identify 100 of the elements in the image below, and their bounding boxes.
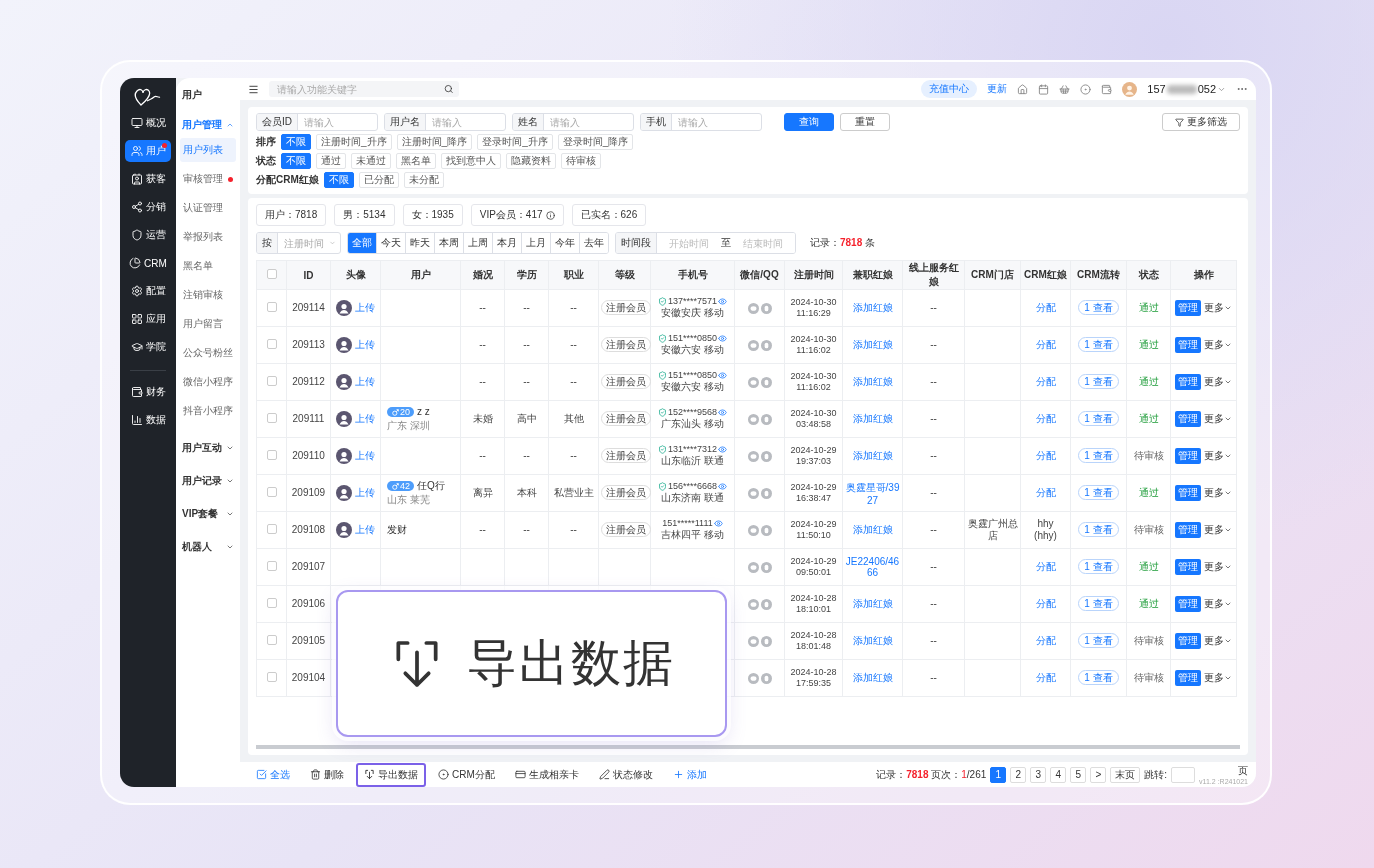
- more-button[interactable]: 更多: [1204, 560, 1232, 574]
- checkbox[interactable]: [266, 450, 277, 460]
- page-input[interactable]: [1171, 766, 1196, 783]
- sidebar-item[interactable]: 应用: [125, 308, 171, 330]
- page-button[interactable]: 2: [1010, 766, 1027, 783]
- manage-button[interactable]: 管理: [1175, 633, 1201, 649]
- assign-link[interactable]: 分配: [1035, 338, 1056, 352]
- page-button[interactable]: 4: [1050, 766, 1067, 783]
- text-input[interactable]: 请输入: [298, 115, 377, 129]
- manage-button[interactable]: 管理: [1175, 337, 1201, 353]
- upload-link[interactable]: 上传: [355, 301, 375, 315]
- reset-button[interactable]: 重置: [840, 113, 890, 131]
- page-button[interactable]: 3: [1030, 766, 1047, 783]
- date-field-select[interactable]: 按 注册时间: [256, 232, 341, 254]
- upload-link[interactable]: 上传: [355, 412, 375, 426]
- checkbox[interactable]: [266, 413, 277, 423]
- eye-icon[interactable]: [718, 297, 728, 307]
- filter-chip[interactable]: 未分配: [403, 172, 444, 188]
- menu-item[interactable]: 公众号粉丝: [180, 341, 236, 365]
- filter-chip[interactable]: 通过: [316, 153, 346, 169]
- checkbox[interactable]: [266, 376, 277, 386]
- update-link[interactable]: 更新: [987, 82, 1008, 96]
- last-page-button[interactable]: 末页: [1110, 766, 1141, 783]
- sidebar-item[interactable]: 财务: [125, 381, 171, 403]
- menu-item[interactable]: 认证管理: [180, 196, 236, 220]
- date-period-field[interactable]: 时间段 开始时间 至 结束时间: [615, 232, 796, 254]
- recharge-button[interactable]: 充值中心: [921, 80, 978, 98]
- more-button[interactable]: 更多: [1204, 486, 1232, 500]
- assign-link[interactable]: 分配: [1035, 634, 1056, 648]
- circle-icon[interactable]: [1080, 83, 1092, 95]
- assign-link[interactable]: 分配: [1035, 412, 1056, 426]
- calendar-icon[interactable]: [1038, 83, 1050, 95]
- manage-button[interactable]: 管理: [1175, 522, 1201, 538]
- manage-button[interactable]: 管理: [1175, 485, 1201, 501]
- menu-group[interactable]: 用户互动: [180, 436, 236, 460]
- more-button[interactable]: 更多: [1204, 671, 1232, 685]
- more-button[interactable]: 更多: [1204, 449, 1232, 463]
- filter-chip[interactable]: 注册时间_降序: [396, 134, 473, 150]
- text-input[interactable]: 请输入: [544, 115, 633, 129]
- menu-item[interactable]: 用户留言: [180, 312, 236, 336]
- eye-icon[interactable]: [718, 408, 728, 418]
- more-button[interactable]: 更多: [1204, 375, 1232, 389]
- text-input[interactable]: 请输入: [672, 115, 761, 129]
- filter-chip[interactable]: 待审核: [561, 153, 601, 169]
- menu-item[interactable]: 微信小程序: [180, 370, 236, 394]
- sidebar-item[interactable]: 分销: [125, 196, 171, 218]
- assign-link[interactable]: 分配: [1035, 597, 1056, 611]
- more-button[interactable]: 更多: [1204, 338, 1232, 352]
- menu-group[interactable]: VIP套餐: [180, 502, 236, 526]
- assign-link[interactable]: 分配: [1035, 671, 1056, 685]
- sidebar-item[interactable]: 获客: [125, 168, 171, 190]
- menu-item[interactable]: 黑名单: [180, 254, 236, 278]
- sidebar-item[interactable]: CRM: [125, 252, 171, 274]
- eye-icon[interactable]: [718, 334, 728, 344]
- home-icon[interactable]: [1017, 83, 1029, 95]
- date-range-tab[interactable]: 全部: [348, 233, 376, 253]
- manage-button[interactable]: 管理: [1175, 411, 1201, 427]
- page-button[interactable]: 1: [990, 766, 1007, 783]
- checkbox[interactable]: [266, 302, 277, 312]
- menu-group[interactable]: 用户管理: [180, 113, 236, 137]
- menu-item[interactable]: 审核管理: [180, 167, 236, 191]
- eye-icon[interactable]: [718, 445, 728, 455]
- query-button[interactable]: 查询: [784, 113, 834, 131]
- assign-link[interactable]: 分配: [1035, 301, 1056, 315]
- checkbox[interactable]: [266, 598, 277, 608]
- filter-chip[interactable]: 不限: [323, 172, 354, 188]
- text-input[interactable]: 请输入: [426, 115, 505, 129]
- upload-link[interactable]: 上传: [355, 486, 375, 500]
- assign-link[interactable]: 分配: [1035, 560, 1056, 574]
- checkbox[interactable]: [266, 561, 277, 571]
- upload-link[interactable]: 上传: [355, 338, 375, 352]
- checkbox[interactable]: [266, 487, 277, 497]
- menu-icon[interactable]: [248, 83, 259, 95]
- page-button[interactable]: 5: [1070, 766, 1087, 783]
- sidebar-item[interactable]: 数据: [125, 409, 171, 431]
- checkbox[interactable]: [266, 339, 277, 349]
- menu-group[interactable]: 用户记录: [180, 469, 236, 493]
- menu-item[interactable]: 注销审核: [180, 283, 236, 307]
- menu-item[interactable]: 用户列表: [180, 138, 236, 162]
- filter-chip[interactable]: 不限: [281, 153, 311, 169]
- filter-chip[interactable]: 登录时间_升序: [477, 134, 553, 150]
- sidebar-item[interactable]: 概况: [125, 112, 171, 134]
- sidebar-item[interactable]: 学院: [125, 336, 171, 358]
- upload-link[interactable]: 上传: [355, 375, 375, 389]
- assign-link[interactable]: 分配: [1035, 375, 1056, 389]
- date-range-tab[interactable]: 去年: [579, 233, 608, 253]
- sidebar-item[interactable]: 配置: [125, 280, 171, 302]
- next-page-button[interactable]: >: [1090, 766, 1107, 783]
- eye-icon[interactable]: [718, 482, 728, 492]
- more-button[interactable]: 更多: [1204, 597, 1232, 611]
- menu-group[interactable]: 机器人: [180, 535, 236, 559]
- filter-field[interactable]: 会员ID 请输入: [256, 113, 378, 131]
- menu-item[interactable]: 抖音小程序: [180, 399, 236, 423]
- filter-field[interactable]: 手机 请输入: [640, 113, 762, 131]
- assign-link[interactable]: 分配: [1035, 486, 1056, 500]
- checkbox[interactable]: [266, 635, 277, 645]
- manage-button[interactable]: 管理: [1175, 596, 1201, 612]
- more-button[interactable]: 更多: [1204, 301, 1232, 315]
- sidebar-item[interactable]: 运营: [125, 224, 171, 246]
- filter-chip[interactable]: 已分配: [358, 172, 399, 188]
